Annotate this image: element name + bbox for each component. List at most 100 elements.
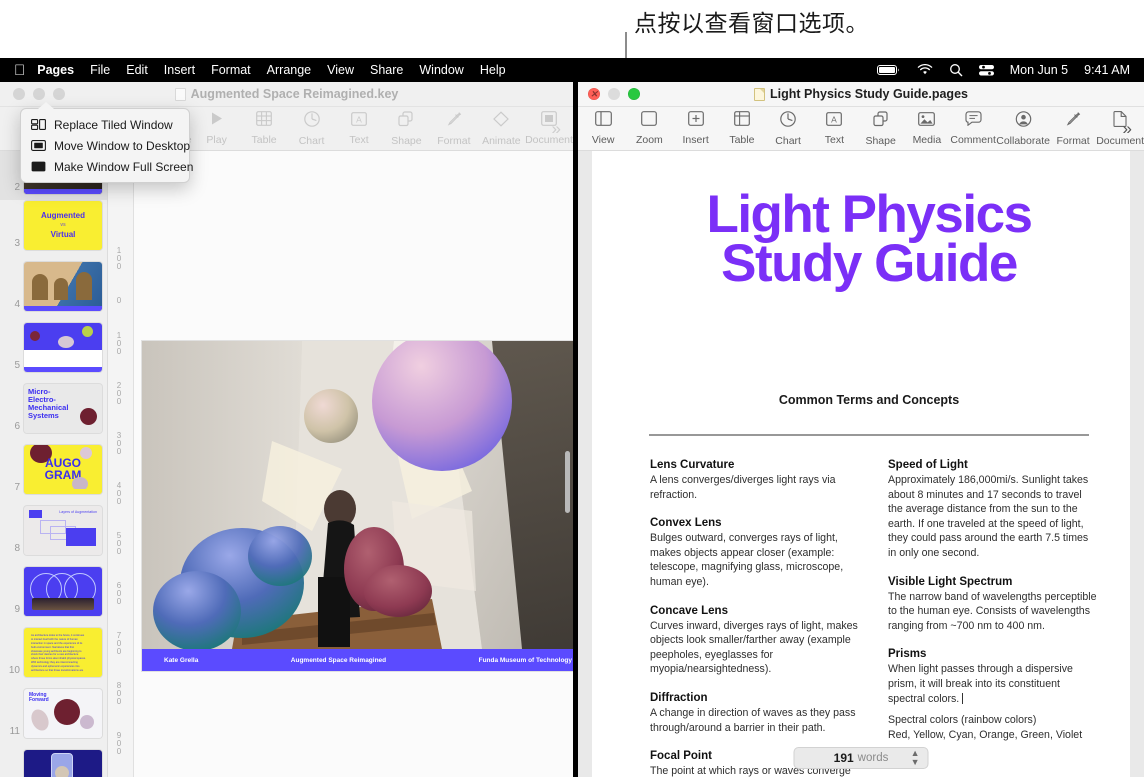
document-left-column[interactable]: Lens Curvature A lens converges/diverges… bbox=[650, 459, 860, 777]
search-icon[interactable] bbox=[949, 63, 963, 77]
pages-tool-view[interactable]: View bbox=[580, 111, 626, 146]
slide-number: 3 bbox=[6, 238, 20, 250]
screenshot-root: 点按以查看窗口选项。  Pages File Edit Insert Form… bbox=[0, 0, 1144, 777]
pages-minimize-button[interactable] bbox=[608, 88, 620, 100]
pages-tool-zoom[interactable]: Zoom bbox=[626, 111, 672, 146]
keynote-tool-chart[interactable]: Chart bbox=[288, 111, 335, 147]
shape-icon bbox=[398, 111, 414, 132]
zoom-icon bbox=[641, 111, 657, 131]
window-options-menu[interactable]: Replace Tiled Window Move Window to Desk… bbox=[20, 108, 190, 183]
menu-item-window[interactable]: Window bbox=[419, 63, 463, 77]
pages-tool-media[interactable]: Media bbox=[904, 112, 950, 146]
document-columns: Lens Curvature A lens converges/diverges… bbox=[650, 459, 1098, 777]
format-brush-icon bbox=[1065, 111, 1081, 132]
keynote-window-title: Augmented Space Reimagined.key bbox=[0, 87, 573, 101]
menu-item-help[interactable]: Help bbox=[480, 63, 506, 77]
keynote-slide-navigator[interactable]: 2 3 AugmentedvsVirtual bbox=[0, 151, 108, 777]
document-subtitle[interactable]: Common Terms and Concepts bbox=[644, 393, 1094, 407]
menu-item-insert[interactable]: Insert bbox=[164, 63, 195, 77]
definition-lens-curvature: A lens converges/diverges light rays via… bbox=[650, 473, 860, 502]
word-count-badge[interactable]: 191 words ▲▼ bbox=[794, 747, 929, 769]
document-page[interactable]: Light Physics Study Guide Common Terms a… bbox=[592, 151, 1130, 777]
menu-bar-time[interactable]: 9:41 AM bbox=[1084, 63, 1130, 77]
pages-tool-format[interactable]: Format bbox=[1050, 111, 1096, 147]
pages-window[interactable]: ✕ Light Physics Study Guide.pages View bbox=[578, 82, 1144, 777]
keynote-window[interactable]: Augmented Space Reimagined.key View Add … bbox=[0, 82, 573, 777]
pages-tool-collaborate[interactable]: Collaborate bbox=[996, 111, 1050, 147]
slide-thumbnail-7[interactable]: 7 AUGOGRAM bbox=[6, 445, 102, 494]
keynote-tool-document[interactable]: Document bbox=[525, 111, 573, 146]
pages-zoom-button[interactable] bbox=[628, 88, 640, 100]
term-prisms: Prisms bbox=[888, 648, 1098, 660]
pages-tool-table[interactable]: Table bbox=[719, 111, 765, 146]
menu-item-share[interactable]: Share bbox=[370, 63, 403, 77]
keynote-tool-text[interactable]: A Text bbox=[335, 112, 382, 146]
definition-prisms-text: When light passes through a dispersive p… bbox=[888, 663, 1073, 704]
keynote-title-bar[interactable]: Augmented Space Reimagined.key bbox=[0, 82, 573, 107]
menu-item-pages[interactable]: Pages bbox=[37, 63, 74, 77]
keynote-tool-play-label: Play bbox=[206, 134, 226, 146]
slide-thumbnail-5[interactable]: 5 bbox=[6, 323, 102, 372]
menu-item-edit[interactable]: Edit bbox=[126, 63, 148, 77]
pages-tool-chart[interactable]: Chart bbox=[765, 111, 811, 147]
menu-item-format[interactable]: Format bbox=[211, 63, 251, 77]
menu-item-move-window-to-desktop[interactable]: Move Window to Desktop bbox=[21, 135, 189, 156]
menu-item-view[interactable]: View bbox=[327, 63, 354, 77]
pages-tool-shape[interactable]: Shape bbox=[858, 111, 904, 147]
slide-thumbnail-8[interactable]: 8 Layers of Augmentation bbox=[6, 506, 102, 555]
pages-tool-comment[interactable]: Comment bbox=[950, 111, 996, 146]
slide-footer-right: Funda Museum of Technology bbox=[479, 657, 572, 664]
battery-icon[interactable] bbox=[877, 64, 901, 76]
pages-tool-document-label: Document bbox=[1096, 135, 1144, 147]
slide-thumbnail-10[interactable]: 10 As architecture looks to the future, … bbox=[6, 628, 102, 677]
make-window-full-screen-icon bbox=[31, 161, 46, 172]
pages-title-bar[interactable]: ✕ Light Physics Study Guide.pages bbox=[578, 82, 1144, 107]
slide-thumbnail-9[interactable]: 9 bbox=[6, 567, 102, 616]
pages-close-button[interactable]: ✕ bbox=[588, 88, 600, 100]
keynote-tool-table[interactable]: Table bbox=[240, 111, 287, 146]
menu-item-make-window-full-screen[interactable]: Make Window Full Screen bbox=[21, 156, 189, 177]
menu-item-file[interactable]: File bbox=[90, 63, 110, 77]
keynote-slide-canvas[interactable]: Kate Grella Augmented Space Reimagined F… bbox=[134, 151, 573, 777]
pages-tool-view-label: View bbox=[592, 134, 615, 146]
pages-document-area[interactable]: Light Physics Study Guide Common Terms a… bbox=[578, 151, 1144, 777]
slide-number: 7 bbox=[6, 482, 20, 494]
wifi-icon[interactable] bbox=[917, 64, 933, 76]
slide-thumbnail-11[interactable]: 11 MovingForward bbox=[6, 689, 102, 738]
apple-logo-icon[interactable]:  bbox=[14, 63, 25, 78]
keynote-tool-shape[interactable]: Shape bbox=[383, 111, 430, 147]
keynote-canvas-scrollbar[interactable] bbox=[565, 451, 570, 513]
keynote-tool-animate-label: Animate bbox=[482, 135, 521, 147]
chart-icon bbox=[304, 111, 320, 132]
pages-tool-insert[interactable]: Insert bbox=[673, 111, 719, 146]
chevron-double-right-icon[interactable]: » bbox=[552, 119, 561, 139]
control-center-icon[interactable] bbox=[979, 64, 994, 77]
document-title[interactable]: Light Physics Study Guide bbox=[644, 191, 1094, 289]
slide-thumbnail-12[interactable]: 12 bbox=[6, 750, 102, 777]
chevron-double-right-icon[interactable]: » bbox=[1123, 119, 1132, 139]
comment-icon bbox=[965, 111, 982, 131]
pages-tool-shape-label: Shape bbox=[865, 135, 895, 147]
keynote-document-icon bbox=[175, 88, 186, 101]
definition-prisms: When light passes through a dispersive p… bbox=[888, 662, 1098, 706]
slide-number: 9 bbox=[6, 604, 20, 616]
ruler-label: 700 bbox=[115, 632, 123, 656]
pages-tool-document[interactable]: Document bbox=[1096, 111, 1144, 147]
menu-bar-date[interactable]: Mon Jun 5 bbox=[1010, 63, 1068, 77]
menu-item-arrange[interactable]: Arrange bbox=[267, 63, 311, 77]
keynote-tool-format[interactable]: Format bbox=[430, 111, 477, 147]
shape-icon bbox=[873, 111, 889, 132]
menu-item-move-window-to-desktop-label: Move Window to Desktop bbox=[54, 139, 190, 153]
pages-toolbar[interactable]: View Zoom Insert bbox=[578, 107, 1144, 151]
menu-item-replace-tiled-window[interactable]: Replace Tiled Window bbox=[21, 114, 189, 135]
keynote-tool-play[interactable]: Play bbox=[193, 111, 240, 146]
pages-tool-text[interactable]: A Text bbox=[811, 112, 857, 146]
document-right-column[interactable]: Speed of Light Approximately 186,000mi/s… bbox=[888, 459, 1098, 777]
stepper-icon[interactable]: ▲▼ bbox=[911, 749, 920, 767]
keynote-tool-animate[interactable]: Animate bbox=[478, 111, 525, 147]
pages-traffic-lights[interactable]: ✕ bbox=[588, 88, 640, 100]
slide-thumbnail-4[interactable]: 4 bbox=[6, 262, 102, 311]
current-slide[interactable]: Kate Grella Augmented Space Reimagined F… bbox=[142, 341, 573, 671]
slide-thumbnail-3[interactable]: 3 AugmentedvsVirtual bbox=[6, 201, 102, 250]
slide-thumbnail-6[interactable]: 6 Micro-Electro-MechanicalSystems bbox=[6, 384, 102, 433]
